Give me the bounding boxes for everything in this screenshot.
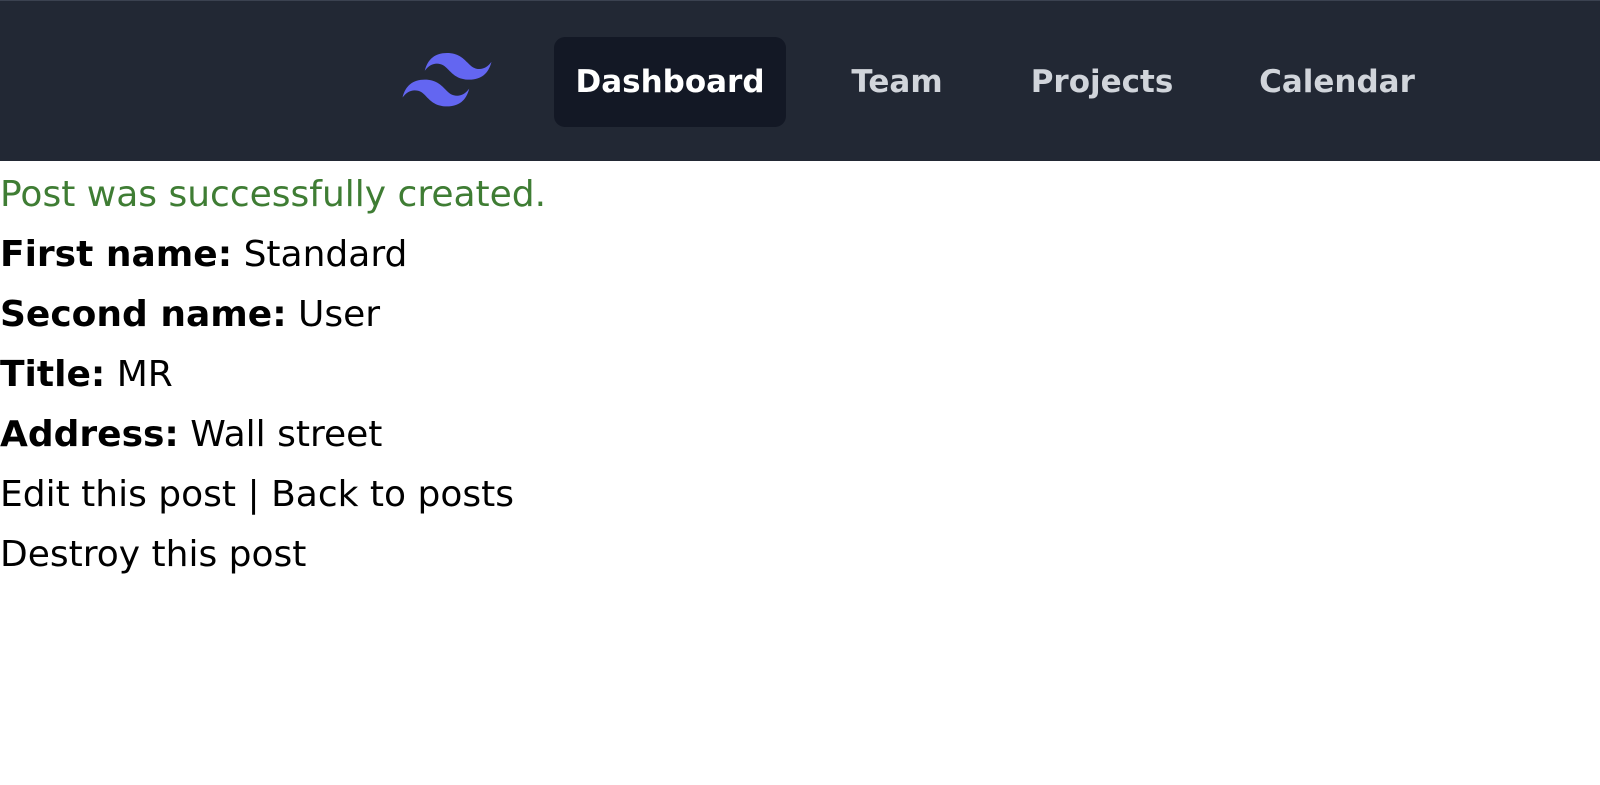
- address-row: Address: Wall street: [0, 405, 1600, 465]
- nav-item-projects[interactable]: Projects: [1017, 37, 1187, 127]
- post-actions-row: Edit this post | Back to posts: [0, 465, 1600, 525]
- second-name-value: User: [298, 294, 381, 335]
- address-value: Wall street: [190, 414, 383, 455]
- back-to-posts-link[interactable]: Back to posts: [271, 474, 514, 515]
- title-value: MR: [116, 354, 173, 395]
- nav-item-calendar[interactable]: Calendar: [1238, 37, 1436, 127]
- second-name-row: Second name: User: [0, 285, 1600, 345]
- nav-item-dashboard[interactable]: Dashboard: [554, 37, 786, 127]
- top-navbar: Dashboard Team Projects Calendar: [0, 0, 1600, 161]
- tailwind-logo-icon[interactable]: [402, 53, 492, 109]
- destroy-row: Destroy this post: [0, 525, 1600, 585]
- first-name-row: First name: Standard: [0, 225, 1600, 285]
- title-row: Title: MR: [0, 345, 1600, 405]
- first-name-value: Standard: [243, 234, 408, 275]
- second-name-label: Second name:: [0, 294, 287, 335]
- address-label: Address:: [0, 414, 179, 455]
- first-name-label: First name:: [0, 234, 233, 275]
- title-label: Title:: [0, 354, 106, 395]
- notice-message: Post was successfully created.: [0, 174, 547, 215]
- nav-item-team[interactable]: Team: [830, 37, 964, 127]
- post-details: Post was successfully created. First nam…: [0, 165, 1600, 585]
- link-separator: |: [247, 474, 260, 515]
- destroy-post-button[interactable]: Destroy this post: [0, 534, 306, 575]
- edit-post-link[interactable]: Edit this post: [0, 474, 236, 515]
